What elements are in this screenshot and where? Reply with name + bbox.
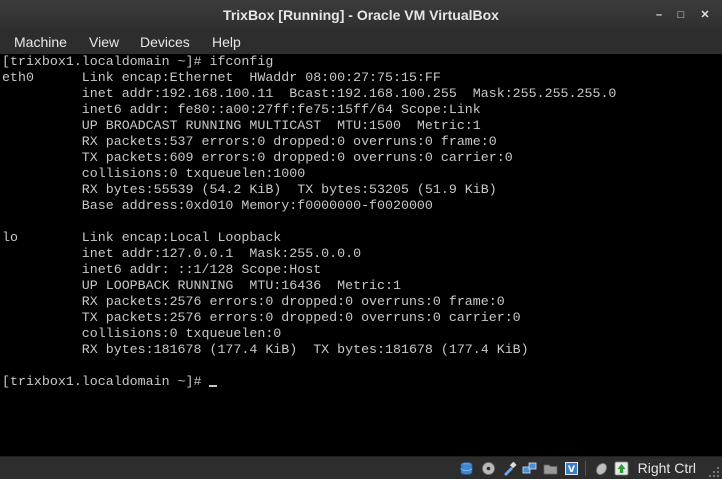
console-output: [trixbox1.localdomain ~]# ifconfig eth0 L… <box>0 54 722 390</box>
console-line: RX bytes:55539 (54.2 KiB) TX bytes:53205… <box>2 182 497 197</box>
console-line: RX packets:2576 errors:0 dropped:0 overr… <box>2 294 505 309</box>
console-line: inet addr:127.0.0.1 Mask:255.0.0.0 <box>2 246 362 261</box>
menu-devices[interactable]: Devices <box>138 33 192 52</box>
console-prompt: [trixbox1.localdomain ~]# <box>2 374 210 389</box>
console-line: TX packets:609 errors:0 dropped:0 overru… <box>2 150 513 165</box>
virtualbox-window: TrixBox [Running] - Oracle VM VirtualBox… <box>0 0 722 479</box>
console-line: inet6 addr: fe80::a00:27ff:fe75:15ff/64 … <box>2 102 481 117</box>
console-line: RX packets:537 errors:0 dropped:0 overru… <box>2 134 497 149</box>
shared-folders-icon[interactable] <box>543 461 558 476</box>
network-icon[interactable] <box>522 461 537 476</box>
host-key-indicator-icon <box>614 461 629 476</box>
status-separator <box>585 461 586 476</box>
console-line: collisions:0 txqueuelen:1000 <box>2 166 306 181</box>
console-line: UP BROADCAST RUNNING MULTICAST MTU:1500 … <box>2 118 481 133</box>
minimize-button[interactable]: – <box>650 6 668 24</box>
host-key-label: Right Ctrl <box>637 460 696 476</box>
console-line: inet addr:192.168.100.11 Bcast:192.168.1… <box>2 86 617 101</box>
hard-disk-icon[interactable] <box>459 461 474 476</box>
usb-icon[interactable] <box>502 461 517 476</box>
status-bar: V Right Ctrl <box>0 456 722 479</box>
console-line: UP LOOPBACK RUNNING MTU:16436 Metric:1 <box>2 278 401 293</box>
window-title: TrixBox [Running] - Oracle VM VirtualBox <box>223 7 499 23</box>
menu-bar: Machine View Devices Help <box>0 31 722 55</box>
console-prompt-line[interactable]: [trixbox1.localdomain ~]# <box>2 374 722 390</box>
close-button[interactable]: ✕ <box>696 6 714 24</box>
guest-console[interactable]: [trixbox1.localdomain ~]# ifconfig eth0 L… <box>0 54 722 456</box>
maximize-button[interactable]: □ <box>672 6 690 24</box>
menu-help[interactable]: Help <box>210 33 243 52</box>
console-line: [trixbox1.localdomain ~]# ifconfig <box>2 54 274 69</box>
console-line: collisions:0 txqueuelen:0 <box>2 326 282 341</box>
menu-view[interactable]: View <box>87 33 121 52</box>
title-bar[interactable]: TrixBox [Running] - Oracle VM VirtualBox… <box>0 0 722 31</box>
mouse-integration-icon[interactable] <box>594 461 609 476</box>
resize-grip-icon[interactable] <box>708 466 720 478</box>
console-line: RX bytes:181678 (177.4 KiB) TX bytes:181… <box>2 342 529 357</box>
console-line: Base address:0xd010 Memory:f0000000-f002… <box>2 198 433 213</box>
console-line: inet6 addr: ::1/128 Scope:Host <box>2 262 322 277</box>
svg-text:V: V <box>568 465 575 475</box>
virtualization-icon[interactable]: V <box>564 461 579 476</box>
text-cursor <box>209 385 218 387</box>
console-line: TX packets:2576 errors:0 dropped:0 overr… <box>2 310 521 325</box>
console-line: lo Link encap:Local Loopback <box>2 230 282 245</box>
console-line: eth0 Link encap:Ethernet HWaddr 08:00:27… <box>2 70 441 85</box>
menu-machine[interactable]: Machine <box>12 33 69 52</box>
optical-drive-icon[interactable] <box>481 461 496 476</box>
